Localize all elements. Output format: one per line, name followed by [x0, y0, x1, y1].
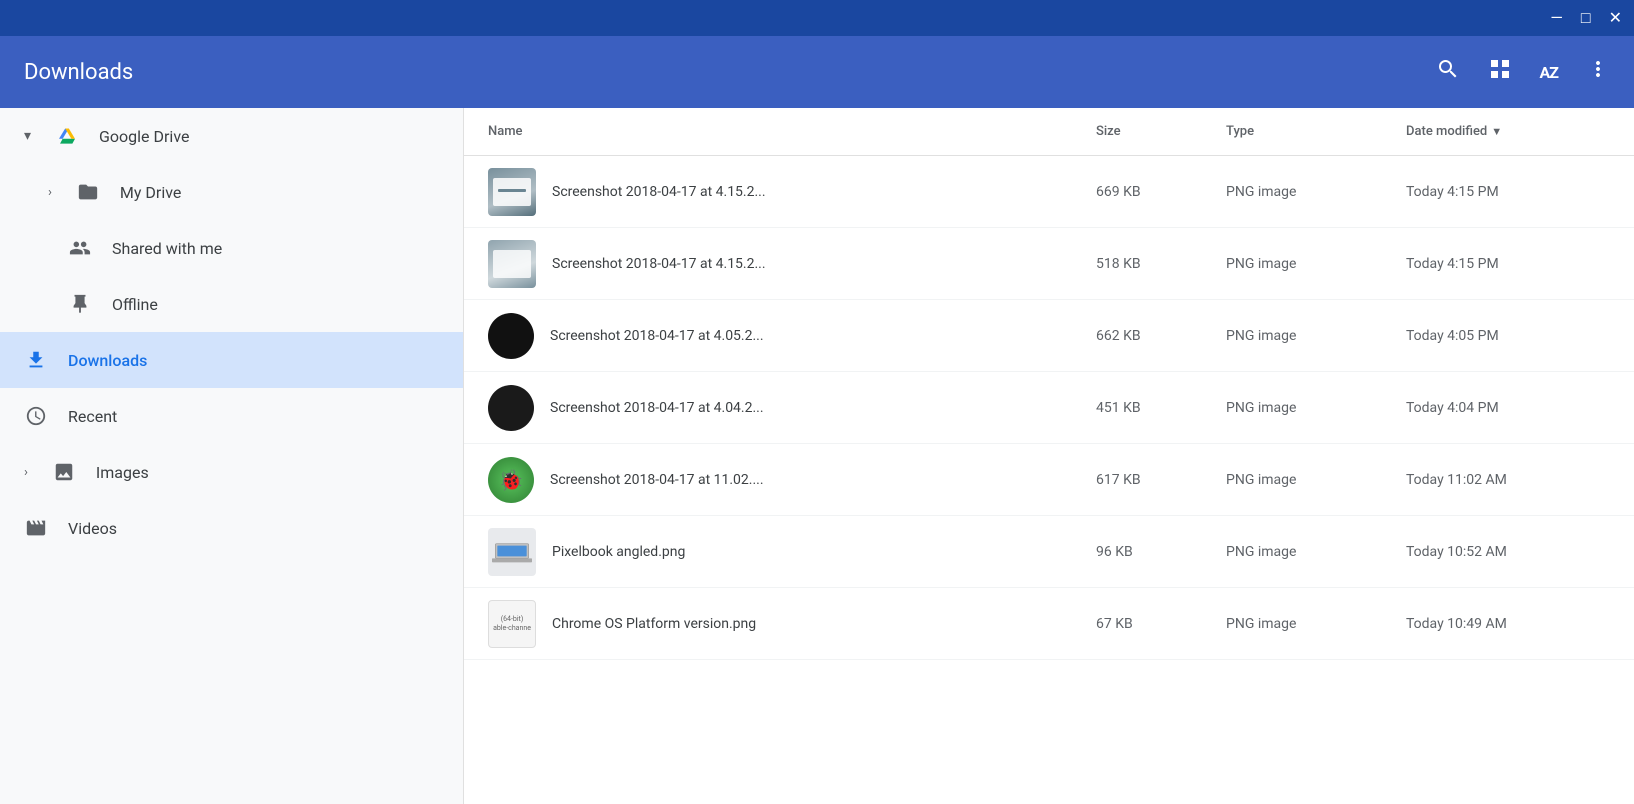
sidebar-item-label: Videos	[68, 519, 117, 538]
sidebar-item-recent[interactable]: Recent	[0, 388, 463, 444]
file-thumbnail	[488, 240, 536, 288]
file-date: Today 4:04 PM	[1398, 400, 1618, 416]
app-header: Downloads AZ	[0, 36, 1634, 108]
sidebar-item-images[interactable]: › Images	[0, 444, 463, 500]
file-type: PNG image	[1218, 400, 1398, 416]
file-type: PNG image	[1218, 184, 1398, 200]
file-thumbnail	[488, 528, 536, 576]
sidebar-item-label: My Drive	[120, 183, 181, 202]
sidebar-item-label: Offline	[112, 295, 158, 314]
file-thumbnail: (64-bit)able-channe	[488, 600, 536, 648]
file-thumbnail: 🐞	[488, 457, 534, 503]
expand-arrow-icon: ›	[48, 185, 52, 200]
table-row[interactable]: 🐞 Screenshot 2018-04-17 at 11.02.... 617…	[464, 444, 1634, 516]
file-size: 67 KB	[1088, 616, 1218, 632]
file-size: 96 KB	[1088, 544, 1218, 560]
sort-icon[interactable]: AZ	[1540, 63, 1558, 82]
content-area: ▾ Google Drive › My Drive Shared with me	[0, 108, 1634, 804]
file-name: Screenshot 2018-04-17 at 4.15.2...	[552, 184, 766, 200]
sidebar-item-label: Images	[96, 463, 149, 482]
table-header: Name Size Type Date modified ▼	[464, 108, 1634, 156]
file-name: Chrome OS Platform version.png	[552, 616, 756, 632]
file-type: PNG image	[1218, 328, 1398, 344]
file-date: Today 11:02 AM	[1398, 472, 1618, 488]
download-icon	[24, 349, 48, 371]
page-title: Downloads	[24, 60, 1436, 85]
sidebar-item-google-drive[interactable]: ▾ Google Drive	[0, 108, 463, 164]
file-name-cell: Pixelbook angled.png	[480, 528, 1088, 576]
sidebar-item-label: Downloads	[68, 351, 147, 370]
file-type: PNG image	[1218, 256, 1398, 272]
file-date: Today 4:15 PM	[1398, 184, 1618, 200]
header-actions: AZ	[1436, 57, 1610, 87]
folder-icon	[76, 181, 100, 203]
file-name-cell: Screenshot 2018-04-17 at 4.05.2...	[480, 313, 1088, 359]
sidebar-item-downloads[interactable]: Downloads	[0, 332, 463, 388]
column-header-type[interactable]: Type	[1218, 124, 1398, 139]
file-name-cell: Screenshot 2018-04-17 at 4.15.2...	[480, 168, 1088, 216]
minimize-button[interactable]: —	[1550, 10, 1563, 26]
file-size: 518 KB	[1088, 256, 1218, 272]
table-row[interactable]: (64-bit)able-channe Chrome OS Platform v…	[464, 588, 1634, 660]
file-name-cell: Screenshot 2018-04-17 at 4.15.2...	[480, 240, 1088, 288]
file-size: 662 KB	[1088, 328, 1218, 344]
close-button[interactable]: ✕	[1609, 10, 1622, 26]
file-thumbnail	[488, 313, 534, 359]
file-name-cell: (64-bit)able-channe Chrome OS Platform v…	[480, 600, 1088, 648]
file-name-cell: Screenshot 2018-04-17 at 4.04.2...	[480, 385, 1088, 431]
file-name: Screenshot 2018-04-17 at 4.04.2...	[550, 400, 764, 416]
table-row[interactable]: Screenshot 2018-04-17 at 4.15.2... 518 K…	[464, 228, 1634, 300]
sidebar-item-label: Google Drive	[99, 127, 189, 146]
file-type: PNG image	[1218, 616, 1398, 632]
file-area: Name Size Type Date modified ▼ Screensho…	[464, 108, 1634, 804]
file-name: Screenshot 2018-04-17 at 11.02....	[550, 472, 764, 488]
image-icon	[52, 461, 76, 483]
grid-view-icon[interactable]	[1488, 57, 1512, 87]
expand-arrow-icon: ▾	[24, 128, 31, 144]
file-type: PNG image	[1218, 472, 1398, 488]
table-row[interactable]: Pixelbook angled.png 96 KB PNG image Tod…	[464, 516, 1634, 588]
sidebar-item-shared-with-me[interactable]: Shared with me	[0, 220, 463, 276]
column-header-name[interactable]: Name	[480, 124, 1088, 139]
more-options-icon[interactable]	[1586, 57, 1610, 87]
file-thumbnail	[488, 385, 534, 431]
file-date: Today 10:52 AM	[1398, 544, 1618, 560]
sidebar-item-offline[interactable]: Offline	[0, 276, 463, 332]
table-row[interactable]: Screenshot 2018-04-17 at 4.05.2... 662 K…	[464, 300, 1634, 372]
maximize-button[interactable]: □	[1581, 10, 1591, 26]
sidebar-item-label: Shared with me	[112, 239, 222, 258]
pin-icon	[68, 293, 92, 315]
column-header-size[interactable]: Size	[1088, 124, 1218, 139]
file-date: Today 4:05 PM	[1398, 328, 1618, 344]
file-name: Screenshot 2018-04-17 at 4.05.2...	[550, 328, 764, 344]
sidebar: ▾ Google Drive › My Drive Shared with me	[0, 108, 464, 804]
clock-icon	[24, 405, 48, 427]
file-size: 451 KB	[1088, 400, 1218, 416]
people-icon	[68, 237, 92, 259]
table-row[interactable]: Screenshot 2018-04-17 at 4.15.2... 669 K…	[464, 156, 1634, 228]
sidebar-item-videos[interactable]: Videos	[0, 500, 463, 556]
file-thumbnail	[488, 168, 536, 216]
file-date: Today 4:15 PM	[1398, 256, 1618, 272]
sidebar-item-label: Recent	[68, 407, 117, 426]
table-row[interactable]: Screenshot 2018-04-17 at 4.04.2... 451 K…	[464, 372, 1634, 444]
title-bar: — □ ✕	[0, 0, 1634, 36]
file-size: 617 KB	[1088, 472, 1218, 488]
sort-arrow-icon: ▼	[1491, 125, 1502, 138]
expand-arrow-icon: ›	[24, 465, 28, 480]
file-size: 669 KB	[1088, 184, 1218, 200]
video-icon	[24, 517, 48, 539]
search-icon[interactable]	[1436, 57, 1460, 87]
sidebar-item-my-drive[interactable]: › My Drive	[0, 164, 463, 220]
file-type: PNG image	[1218, 544, 1398, 560]
file-name: Screenshot 2018-04-17 at 4.15.2...	[552, 256, 766, 272]
file-date: Today 10:49 AM	[1398, 616, 1618, 632]
file-name: Pixelbook angled.png	[552, 544, 685, 560]
file-name-cell: 🐞 Screenshot 2018-04-17 at 11.02....	[480, 457, 1088, 503]
drive-icon	[55, 125, 79, 147]
column-header-date[interactable]: Date modified ▼	[1398, 124, 1618, 139]
